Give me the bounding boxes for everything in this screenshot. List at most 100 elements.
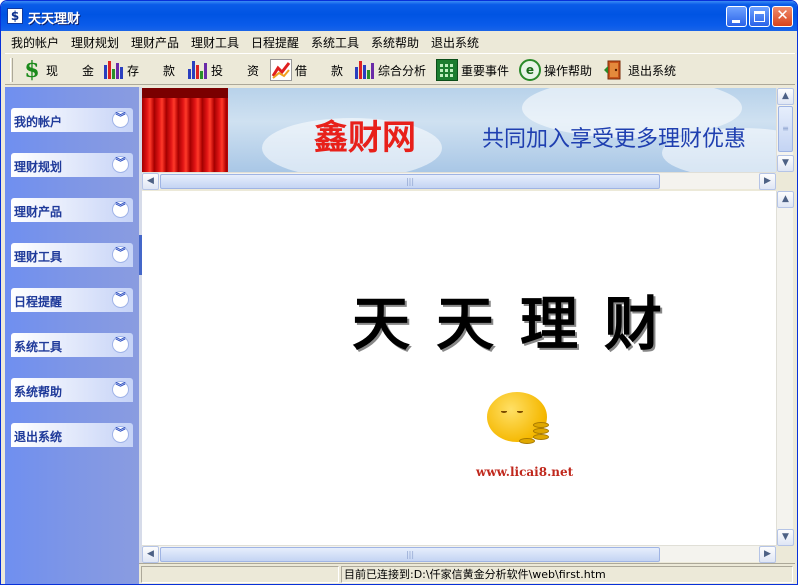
coin-icon xyxy=(533,422,549,428)
maximize-icon xyxy=(754,11,765,22)
events-button[interactable]: 重要事件 xyxy=(436,57,509,83)
main-title: 天天理财 xyxy=(352,290,689,358)
scroll-thumb[interactable]: ≡ xyxy=(778,106,793,152)
banner-horizontal-scrollbar[interactable]: ◀ ||| ▶ xyxy=(142,172,776,190)
red-curtain-image xyxy=(142,88,228,172)
content-vertical-scrollbar[interactable]: ▲ ▼ xyxy=(776,191,794,546)
loan-button[interactable]: 借 款 xyxy=(270,57,343,83)
maximize-button[interactable] xyxy=(749,6,770,27)
scroll-thumb[interactable]: ||| xyxy=(160,547,660,562)
sidebar-item-schedule[interactable]: 日程提醒 ︾ xyxy=(11,288,133,312)
banner-slogan: 共同加入享受更多理财优惠 xyxy=(482,127,747,152)
coin-icon xyxy=(533,434,549,440)
menu-products[interactable]: 理财产品 xyxy=(131,34,179,51)
chevron-down-icon: ︾ xyxy=(112,426,129,443)
piggy-eye xyxy=(517,410,523,413)
scroll-down-button[interactable]: ▼ xyxy=(777,155,794,172)
close-icon: ✕ xyxy=(776,6,789,24)
title-bar[interactable]: $ 天天理财 ✕ xyxy=(1,1,797,31)
status-bar: 目前已连接到:D:\仟家信黄金分析软件\web\first.htm xyxy=(139,563,795,584)
trend-icon xyxy=(270,59,292,81)
bar-chart-icon xyxy=(353,59,375,81)
cash-label: 现 金 xyxy=(46,63,95,78)
deposit-label: 存 款 xyxy=(127,63,176,78)
sidebar-item-label: 系统工具 xyxy=(14,340,63,354)
menu-tools[interactable]: 理财工具 xyxy=(191,34,239,51)
sidebar-item-help[interactable]: 系统帮助 ︾ xyxy=(11,378,133,402)
banner-title[interactable]: 鑫财网 xyxy=(314,110,416,159)
cash-button[interactable]: $ 现 金 xyxy=(21,57,94,83)
chevron-down-icon: ︾ xyxy=(112,246,129,263)
menu-help[interactable]: 系统帮助 xyxy=(371,34,419,51)
status-panel-empty xyxy=(141,566,339,583)
calendar-icon xyxy=(436,59,458,81)
menu-bar: 我的帐户 理财规划 理财产品 理财工具 日程提醒 系统工具 系统帮助 退出系统 xyxy=(5,31,795,51)
menu-system-tools[interactable]: 系统工具 xyxy=(311,34,359,51)
menu-planning[interactable]: 理财规划 xyxy=(71,34,119,51)
bar-chart-icon xyxy=(186,59,208,81)
toolbar: $ 现 金 存 款 投 资 借 款 综合分析 重要事件 e 操作帮助 退出系统 xyxy=(5,53,795,85)
piggy-bank-logo xyxy=(487,388,552,448)
analysis-label: 综合分析 xyxy=(378,63,427,78)
minimize-button[interactable] xyxy=(726,6,747,27)
grip-icon: ≡ xyxy=(782,124,789,133)
scroll-right-button[interactable]: ▶ xyxy=(759,546,776,563)
exit-button[interactable]: 退出系统 xyxy=(603,57,676,83)
grip-icon: ||| xyxy=(405,176,415,186)
bar-chart-icon xyxy=(102,59,124,81)
help-button[interactable]: e 操作帮助 xyxy=(519,57,592,83)
coin-icon xyxy=(533,428,549,434)
window-title: 天天理财 xyxy=(28,12,81,27)
close-button[interactable]: ✕ xyxy=(772,6,793,27)
sidebar-item-label: 我的帐户 xyxy=(14,115,63,129)
analysis-button[interactable]: 综合分析 xyxy=(353,57,426,83)
chevron-down-icon: ︾ xyxy=(112,201,129,218)
sidebar-item-my-account[interactable]: 我的帐户 ︾ xyxy=(11,108,133,132)
scroll-up-button[interactable]: ▲ xyxy=(777,88,794,105)
piggy-eye xyxy=(501,410,507,413)
exit-door-icon xyxy=(603,59,625,81)
chevron-down-icon: ︾ xyxy=(112,381,129,398)
banner-pane: 鑫财网 共同加入享受更多理财优惠 xyxy=(142,88,776,172)
scroll-left-button[interactable]: ◀ xyxy=(142,173,159,190)
site-url-link[interactable]: www.licai8.net xyxy=(476,465,573,479)
curtain-valance xyxy=(142,88,228,98)
chevron-down-icon: ︾ xyxy=(112,336,129,353)
help-label: 操作帮助 xyxy=(544,63,593,78)
minimize-icon xyxy=(732,20,740,23)
sidebar-item-exit[interactable]: 退出系统 ︾ xyxy=(11,423,133,447)
toolbar-grip[interactable] xyxy=(10,58,13,82)
loan-label: 借 款 xyxy=(295,63,344,78)
sidebar-item-planning[interactable]: 理财规划 ︾ xyxy=(11,153,133,177)
banner-vertical-scrollbar[interactable]: ▲ ≡ ▼ xyxy=(776,88,794,172)
content-pane: 天天理财 www.licai8.net xyxy=(142,191,776,545)
menu-exit[interactable]: 退出系统 xyxy=(431,34,479,51)
scroll-up-button[interactable]: ▲ xyxy=(777,191,794,208)
coin-icon xyxy=(519,438,535,444)
sidebar-item-label: 理财规划 xyxy=(14,160,63,174)
sidebar-item-label: 理财产品 xyxy=(14,205,63,219)
chevron-down-icon: ︾ xyxy=(112,111,129,128)
menu-my-account[interactable]: 我的帐户 xyxy=(11,34,59,51)
scroll-left-button[interactable]: ◀ xyxy=(142,546,159,563)
sidebar-item-label: 理财工具 xyxy=(14,250,63,264)
deposit-button[interactable]: 存 款 xyxy=(102,57,175,83)
sidebar-item-products[interactable]: 理财产品 ︾ xyxy=(11,198,133,222)
invest-button[interactable]: 投 资 xyxy=(186,57,259,83)
grip-icon: ||| xyxy=(405,549,415,559)
exit-label: 退出系统 xyxy=(628,63,677,78)
sidebar-item-tools[interactable]: 理财工具 ︾ xyxy=(11,243,133,267)
scroll-thumb[interactable]: ||| xyxy=(160,174,660,189)
sidebar-item-label: 日程提醒 xyxy=(14,295,63,309)
scroll-down-button[interactable]: ▼ xyxy=(777,529,794,546)
invest-label: 投 资 xyxy=(211,63,260,78)
content-horizontal-scrollbar[interactable]: ◀ ||| ▶ xyxy=(142,545,776,563)
dollar-icon: $ xyxy=(24,57,40,83)
events-label: 重要事件 xyxy=(461,63,510,78)
sidebar-item-label: 退出系统 xyxy=(14,430,63,444)
sidebar-item-system-tools[interactable]: 系统工具 ︾ xyxy=(11,333,133,357)
app-dollar-icon: $ xyxy=(7,8,23,24)
chevron-down-icon: ︾ xyxy=(112,291,129,308)
scroll-right-button[interactable]: ▶ xyxy=(759,173,776,190)
menu-schedule[interactable]: 日程提醒 xyxy=(251,34,299,51)
